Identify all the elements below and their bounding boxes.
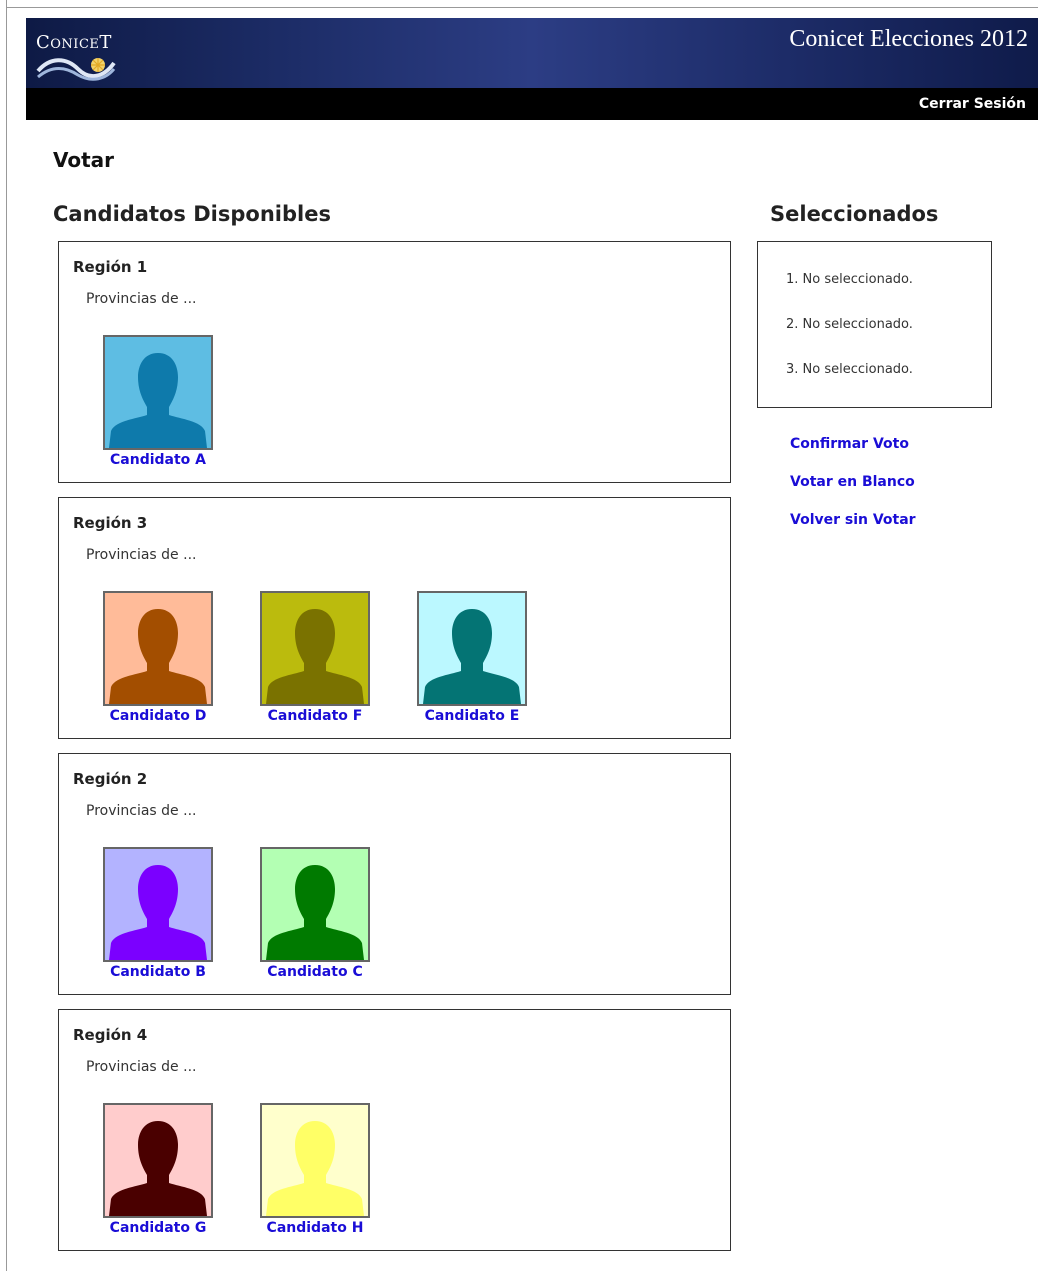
region-name: Región 3 <box>73 514 148 532</box>
candidate-name-link[interactable]: Candidato G <box>103 1220 213 1236</box>
candidate-name-link[interactable]: Candidato H <box>260 1220 370 1236</box>
region-box: Región 1 Provincias de ... Candidato A <box>58 241 731 483</box>
region-name: Región 1 <box>73 258 148 276</box>
candidate-card[interactable]: Candidato D <box>103 591 213 724</box>
regions-list: Región 1 Provincias de ... Candidato A Regi… <box>58 241 731 1265</box>
candidate-list: Candidato D Candidato F Candidato E <box>103 591 527 724</box>
candidate-name-link[interactable]: Candidato A <box>103 452 213 468</box>
candidate-card[interactable]: Candidato E <box>417 591 527 724</box>
candidate-card[interactable]: Candidato A <box>103 335 213 468</box>
candidate-card[interactable]: Candidato G <box>103 1103 213 1236</box>
region-box: Región 2 Provincias de ... Candidato B Cand… <box>58 753 731 995</box>
candidate-card[interactable]: Candidato H <box>260 1103 370 1236</box>
candidate-card[interactable]: Candidato F <box>260 591 370 724</box>
logo-wave-icon <box>36 58 116 81</box>
candidate-list: Candidato B Candidato C <box>103 847 370 980</box>
candidate-avatar-icon[interactable] <box>103 847 213 962</box>
frame-left-border <box>6 0 7 1271</box>
candidate-list: Candidato G Candidato H <box>103 1103 370 1236</box>
header-banner: ConiceT Conicet Elecciones 2012 <box>26 18 1038 88</box>
selected-slot-3: 3. No seleccionado. <box>786 362 913 377</box>
candidate-name-link[interactable]: Candidato E <box>417 708 527 724</box>
region-description: Provincias de ... <box>86 291 197 307</box>
candidate-avatar-icon[interactable] <box>103 335 213 450</box>
candidate-list: Candidato A <box>103 335 213 468</box>
region-description: Provincias de ... <box>86 1059 197 1075</box>
page-title: Votar <box>53 148 115 172</box>
candidate-avatar-icon[interactable] <box>260 847 370 962</box>
available-candidates-heading: Candidatos Disponibles <box>53 202 331 226</box>
logout-link[interactable]: Cerrar Sesión <box>919 96 1026 112</box>
candidate-avatar-icon[interactable] <box>103 1103 213 1218</box>
region-description: Provincias de ... <box>86 803 197 819</box>
candidate-name-link[interactable]: Candidato C <box>260 964 370 980</box>
conicet-logo: ConiceT <box>36 32 136 84</box>
vote-blank-link[interactable]: Votar en Blanco <box>790 474 916 492</box>
candidate-name-link[interactable]: Candidato F <box>260 708 370 724</box>
region-description: Provincias de ... <box>86 547 197 563</box>
region-box: Región 3 Provincias de ... Candidato D Cand… <box>58 497 731 739</box>
selected-candidates-box: 1. No seleccionado. 2. No seleccionado. … <box>757 241 992 408</box>
candidate-card[interactable]: Candidato C <box>260 847 370 980</box>
region-name: Región 2 <box>73 770 148 788</box>
selected-slot-1: 1. No seleccionado. <box>786 272 913 287</box>
logo-text: ConiceT <box>36 32 112 53</box>
vote-actions: Confirmar Voto Votar en Blanco Volver si… <box>790 436 916 550</box>
candidate-avatar-icon[interactable] <box>417 591 527 706</box>
confirm-vote-link[interactable]: Confirmar Voto <box>790 436 916 454</box>
region-box: Región 4 Provincias de ... Candidato G Cand… <box>58 1009 731 1251</box>
selected-heading: Seleccionados <box>770 202 939 226</box>
candidate-name-link[interactable]: Candidato B <box>103 964 213 980</box>
candidate-card[interactable]: Candidato B <box>103 847 213 980</box>
candidate-avatar-icon[interactable] <box>260 1103 370 1218</box>
frame-top-border <box>6 7 1038 8</box>
top-nav-bar: Cerrar Sesión <box>26 88 1038 120</box>
candidate-avatar-icon[interactable] <box>103 591 213 706</box>
app-title: Conicet Elecciones 2012 <box>789 26 1028 52</box>
candidate-avatar-icon[interactable] <box>260 591 370 706</box>
back-without-voting-link[interactable]: Volver sin Votar <box>790 512 916 530</box>
region-name: Región 4 <box>73 1026 148 1044</box>
selected-slot-2: 2. No seleccionado. <box>786 317 913 332</box>
candidate-name-link[interactable]: Candidato D <box>103 708 213 724</box>
